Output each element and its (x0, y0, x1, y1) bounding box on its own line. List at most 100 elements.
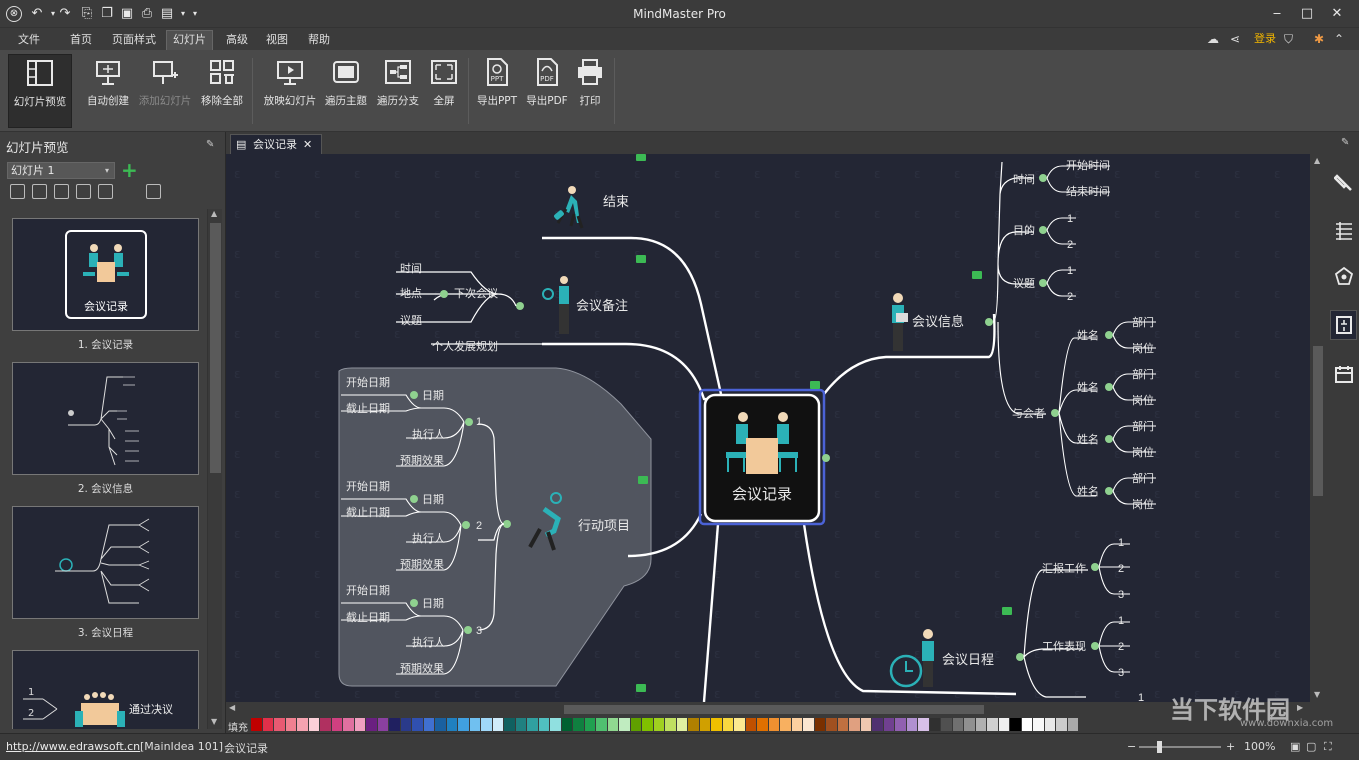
menu-file[interactable]: 文件 (12, 31, 46, 48)
color-swatch[interactable] (1010, 718, 1021, 731)
fit-width-icon[interactable]: ▢ (1306, 740, 1316, 753)
color-swatch[interactable] (872, 718, 883, 731)
color-swatch[interactable] (1021, 718, 1032, 731)
slide-select[interactable]: 幻灯片 1 (7, 162, 115, 179)
color-swatch[interactable] (987, 718, 998, 731)
color-swatch[interactable] (642, 718, 653, 731)
close-tab-icon[interactable]: ✕ (303, 135, 312, 155)
website-link[interactable]: http://www.edrawsoft.cn (6, 740, 140, 753)
color-swatch[interactable] (768, 718, 779, 731)
traverse-branch-button[interactable]: 遍历分支 (374, 54, 422, 128)
slides-sidebar-tab[interactable] (1330, 310, 1357, 340)
play-slides-button[interactable]: 放映幻灯片 (260, 54, 320, 128)
color-swatch[interactable] (435, 718, 446, 731)
pin-icon[interactable]: ✎ (206, 139, 214, 150)
color-swatch[interactable] (596, 718, 607, 731)
canvas-horizontal-scrollbar[interactable]: ◀ ▶ (226, 702, 1310, 717)
grid-view-icon[interactable] (98, 184, 113, 199)
color-swatch[interactable] (607, 718, 618, 731)
scroll-thumb[interactable] (210, 223, 221, 473)
menu-page-style[interactable]: 页面样式 (106, 31, 162, 48)
export-pdf-button[interactable]: PDF 导出PDF (524, 54, 570, 128)
scroll-thumb[interactable] (1313, 346, 1323, 496)
color-swatch[interactable] (308, 718, 319, 731)
color-swatch[interactable] (366, 718, 377, 731)
menu-view[interactable]: 视图 (260, 31, 294, 48)
present-icon[interactable] (146, 184, 161, 199)
scroll-thumb[interactable] (564, 705, 984, 714)
color-swatch[interactable] (1044, 718, 1055, 731)
color-swatch[interactable] (389, 718, 400, 731)
canvas-vertical-scrollbar[interactable]: ▲ ▼ (1310, 154, 1326, 702)
color-swatch[interactable] (952, 718, 963, 731)
thumbnail-scrollbar[interactable]: ▲ ▼ (207, 209, 222, 729)
color-swatch[interactable] (423, 718, 434, 731)
color-swatch[interactable] (849, 718, 860, 731)
zoom-slider[interactable] (1139, 741, 1221, 753)
slide-tool-4-icon[interactable] (76, 184, 91, 199)
color-swatch[interactable] (941, 718, 952, 731)
zoom-level[interactable]: 100% (1244, 740, 1275, 753)
color-swatch[interactable] (1056, 718, 1067, 731)
menu-help[interactable]: 帮助 (302, 31, 336, 48)
scroll-down-icon[interactable]: ▼ (1314, 690, 1320, 699)
color-swatch[interactable] (400, 718, 411, 731)
central-topic[interactable]: 会议记录 (703, 393, 830, 523)
color-swatch[interactable] (918, 718, 929, 731)
color-swatch[interactable] (699, 718, 710, 731)
menu-slides[interactable]: 幻灯片 (166, 30, 213, 50)
slide-thumb-2[interactable] (12, 362, 199, 475)
export-ppt-button[interactable]: PPT 导出PPT (474, 54, 520, 128)
color-swatch[interactable] (481, 718, 492, 731)
color-swatch[interactable] (803, 718, 814, 731)
color-swatch[interactable] (469, 718, 480, 731)
color-swatch[interactable] (561, 718, 572, 731)
color-swatch[interactable] (895, 718, 906, 731)
color-swatch[interactable] (665, 718, 676, 731)
color-swatch[interactable] (964, 718, 975, 731)
maximize-button[interactable]: □ (1292, 3, 1322, 25)
print-button[interactable]: 打印 (572, 54, 608, 128)
mindmap-canvas[interactable]: ε 结束 会议备注 下次会议 时间 地点 议题 个人发展规划 (226, 154, 1310, 702)
slide-preview-button[interactable]: 幻灯片预览 (8, 54, 72, 128)
color-swatch[interactable] (527, 718, 538, 731)
collapse-ribbon-icon[interactable]: ⌃ (1334, 30, 1344, 48)
clipart-icon[interactable] (1334, 266, 1354, 286)
close-button[interactable]: ✕ (1322, 3, 1352, 25)
scroll-left-icon[interactable]: ◀ (229, 703, 235, 712)
color-swatch[interactable] (688, 718, 699, 731)
menu-home[interactable]: 首页 (64, 31, 98, 48)
apps-icon[interactable]: ✱ (1314, 30, 1324, 48)
color-swatch[interactable] (711, 718, 722, 731)
cloud-icon[interactable]: ☁ (1207, 30, 1219, 48)
color-swatch[interactable] (573, 718, 584, 731)
slide-thumb-3[interactable] (12, 506, 199, 619)
color-swatch[interactable] (780, 718, 791, 731)
color-swatch[interactable] (251, 718, 262, 731)
login-link[interactable]: 登录 (1254, 30, 1276, 48)
scroll-right-icon[interactable]: ▶ (1297, 703, 1303, 712)
add-slide-plus-button[interactable]: + (121, 158, 138, 182)
color-swatch[interactable] (998, 718, 1009, 731)
fullscreen-status-icon[interactable]: ⛶ (1324, 740, 1332, 754)
color-swatch[interactable] (492, 718, 503, 731)
color-swatch[interactable] (285, 718, 296, 731)
edit-slide-icon[interactable] (54, 184, 69, 199)
color-swatch[interactable] (676, 718, 687, 731)
color-swatch[interactable] (1033, 718, 1044, 731)
scroll-up-icon[interactable]: ▲ (1314, 156, 1320, 165)
color-swatch[interactable] (883, 718, 894, 731)
panel-pin-icon[interactable]: ✎ (1341, 137, 1349, 148)
color-swatch[interactable] (837, 718, 848, 731)
color-swatch[interactable] (1067, 718, 1078, 731)
color-swatch[interactable] (722, 718, 733, 731)
color-swatch[interactable] (734, 718, 745, 731)
zoom-in-button[interactable]: + (1226, 740, 1235, 753)
zoom-slider-handle[interactable] (1157, 741, 1162, 753)
color-swatch[interactable] (377, 718, 388, 731)
color-swatch[interactable] (354, 718, 365, 731)
color-swatch[interactable] (538, 718, 549, 731)
color-swatch[interactable] (515, 718, 526, 731)
add-slide-button[interactable]: 添加幻灯片 (136, 54, 194, 128)
color-swatch[interactable] (550, 718, 561, 731)
